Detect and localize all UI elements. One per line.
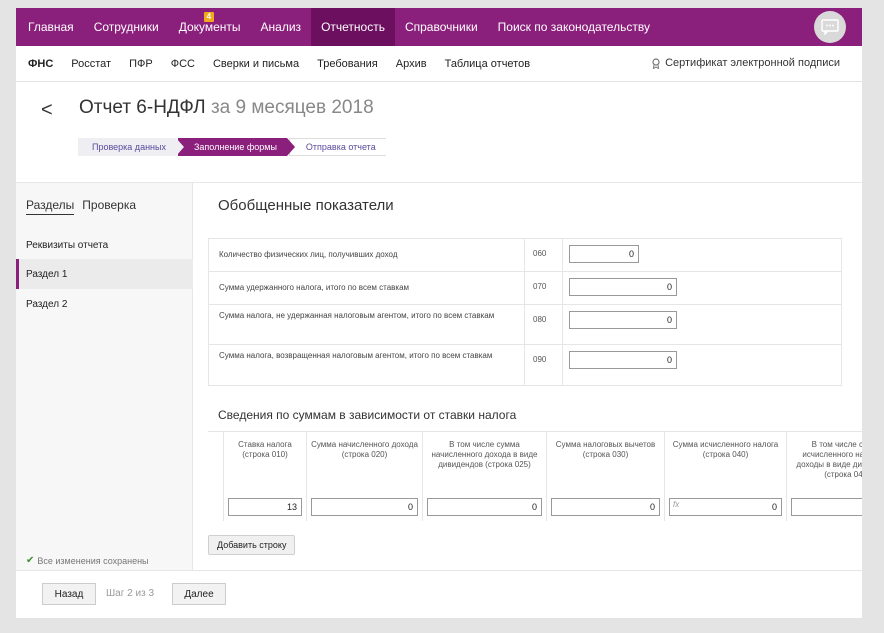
indicator-row: Сумма удержанного налога, итого по всем … bbox=[209, 272, 841, 305]
deductions-input[interactable]: 0 bbox=[551, 498, 660, 516]
nav-law-search[interactable]: Поиск по законодательству bbox=[488, 8, 660, 46]
nav-employees-label: Сотрудники bbox=[93, 20, 159, 34]
column-header: В том числе сумма исчисленного налога на… bbox=[796, 440, 862, 479]
save-status-label: Все изменения сохранены bbox=[37, 555, 149, 566]
tab-check[interactable]: Проверка bbox=[82, 198, 136, 215]
content-area: Разделы Проверка Реквизиты отчета Раздел… bbox=[16, 182, 862, 571]
step-data-check[interactable]: Проверка данных bbox=[78, 138, 184, 156]
dividend-income-input[interactable]: 0 bbox=[427, 498, 542, 516]
indicator-070-input[interactable]: 0 bbox=[569, 278, 677, 296]
back-button[interactable]: Назад bbox=[42, 583, 96, 605]
nav-analysis[interactable]: Анализ bbox=[251, 8, 312, 46]
indicator-code: 060 bbox=[525, 239, 563, 271]
sections-sidebar: Разделы Проверка Реквизиты отчета Раздел… bbox=[16, 183, 193, 571]
documents-count-badge: 4 bbox=[203, 12, 215, 22]
table-row-handle-column bbox=[208, 432, 224, 521]
report-period: за 9 месяцев 2018 bbox=[210, 97, 374, 118]
column-header: Сумма налоговых вычетов (строка 030) bbox=[555, 440, 656, 459]
subnav-pfr[interactable]: ПФР bbox=[120, 58, 162, 70]
step-form-filling[interactable]: Заполнение формы bbox=[177, 138, 295, 156]
wizard-footer: Назад Шаг 2 из 3 Далее bbox=[16, 570, 862, 618]
nav-directories[interactable]: Справочники bbox=[395, 8, 488, 46]
indicators-table: Количество физических лиц, получивших до… bbox=[208, 238, 842, 386]
nav-main[interactable]: Главная bbox=[16, 8, 84, 46]
subnav-fns[interactable]: ФНС bbox=[16, 58, 62, 70]
indicator-060-input[interactable]: 0 bbox=[569, 245, 639, 263]
column-header: В том числе сумма начисленного дохода в … bbox=[431, 440, 538, 469]
nav-analysis-label: Анализ bbox=[260, 20, 302, 34]
top-nav: Главная Сотрудники Документы 4 Анализ Отч… bbox=[16, 8, 862, 46]
step-send-report-label: Отправка отчета bbox=[305, 142, 376, 152]
subnav-archive[interactable]: Архив bbox=[387, 58, 436, 70]
nav-documents-label: Документы bbox=[178, 20, 241, 34]
nav-employees[interactable]: Сотрудники bbox=[84, 8, 169, 46]
indicator-code: 080 bbox=[525, 305, 563, 344]
step-data-check-label: Проверка данных bbox=[92, 142, 166, 152]
certificate-link[interactable]: Сертификат электронной подписи bbox=[651, 57, 840, 69]
indicator-row: Сумма налога, возвращенная налоговым аге… bbox=[209, 345, 841, 385]
column-dividend-income: В том числе сумма начисленного дохода в … bbox=[423, 432, 547, 521]
nav-main-label: Главная bbox=[28, 20, 74, 34]
certificate-icon bbox=[652, 57, 660, 69]
calculated-tax-input[interactable]: 0 bbox=[669, 498, 782, 516]
indicator-code: 070 bbox=[525, 272, 563, 304]
section-title: Обобщенные показатели bbox=[218, 197, 394, 214]
income-input[interactable]: 0 bbox=[311, 498, 418, 516]
formula-icon: fx bbox=[673, 500, 680, 509]
subnav-reports-table[interactable]: Таблица отчетов bbox=[436, 58, 539, 70]
subsection-title: Сведения по суммам в зависимости от став… bbox=[218, 408, 517, 422]
indicator-label: Сумма налога, не удержанная налоговым аг… bbox=[209, 305, 525, 344]
rates-table: Ставка налога (строка 010) 13 Сумма начи… bbox=[208, 431, 862, 521]
save-status: ✔ Все изменения сохранены bbox=[26, 555, 149, 566]
app-window: Главная Сотрудники Документы 4 Анализ Отч… bbox=[16, 8, 862, 618]
check-icon: ✔ bbox=[26, 555, 35, 566]
column-header: Ставка налога (строка 010) bbox=[238, 440, 292, 459]
nav-documents[interactable]: Документы 4 bbox=[169, 8, 251, 46]
dividend-tax-input[interactable] bbox=[791, 498, 862, 516]
column-calculated-tax: Сумма исчисленного налога (строка 040) 0… bbox=[665, 432, 787, 521]
sidebar-item-requisites[interactable]: Реквизиты отчета bbox=[16, 230, 193, 260]
subnav-rosstat[interactable]: Росстат bbox=[62, 58, 120, 70]
wizard-steps: Проверка данных Заполнение формы Отправк… bbox=[78, 138, 394, 157]
sidebar-item-section2[interactable]: Раздел 2 bbox=[16, 289, 193, 319]
subnav-fss[interactable]: ФСС bbox=[162, 58, 204, 70]
chat-button[interactable] bbox=[814, 11, 846, 43]
sidebar-item-section1[interactable]: Раздел 1 bbox=[16, 259, 193, 289]
rate-input[interactable]: 13 bbox=[228, 498, 302, 516]
subnav-requirements[interactable]: Требования bbox=[308, 58, 387, 70]
indicator-code: 090 bbox=[525, 345, 563, 385]
column-deductions: Сумма налоговых вычетов (строка 030) 0 bbox=[547, 432, 665, 521]
column-rate: Ставка налога (строка 010) 13 bbox=[224, 432, 307, 521]
chat-icon bbox=[821, 19, 839, 35]
report-name: Отчет 6-НДФЛ bbox=[79, 97, 206, 118]
indicator-label: Сумма налога, возвращенная налоговым аге… bbox=[209, 345, 525, 385]
certificate-label: Сертификат электронной подписи bbox=[665, 57, 840, 69]
sidebar-tabs: Разделы Проверка bbox=[26, 198, 136, 215]
column-header: Сумма исчисленного налога (строка 040) bbox=[672, 440, 779, 459]
column-income: Сумма начисленного дохода (строка 020) 0 bbox=[307, 432, 423, 521]
indicator-090-input[interactable]: 0 bbox=[569, 351, 677, 369]
page-title: Отчет 6-НДФЛ за 9 месяцев 2018 bbox=[79, 97, 374, 119]
step-indicator: Шаг 2 из 3 bbox=[106, 588, 155, 599]
nav-directories-label: Справочники bbox=[404, 20, 478, 34]
indicator-080-input[interactable]: 0 bbox=[569, 311, 677, 329]
indicator-row: Сумма налога, не удержанная налоговым аг… bbox=[209, 305, 841, 345]
sub-nav: ФНС Росстат ПФР ФСС Сверки и письма Треб… bbox=[16, 46, 862, 82]
column-dividend-tax: В том числе сумма исчисленного налога на… bbox=[787, 432, 862, 521]
nav-reporting[interactable]: Отчетность bbox=[311, 8, 395, 46]
back-icon[interactable]: < bbox=[41, 100, 53, 120]
step-send-report[interactable]: Отправка отчета bbox=[288, 138, 394, 157]
indicator-row: Количество физических лиц, получивших до… bbox=[209, 239, 841, 272]
nav-reporting-label: Отчетность bbox=[321, 20, 385, 34]
subnav-reconciliations[interactable]: Сверки и письма bbox=[204, 58, 308, 70]
main-panel: Обобщенные показатели Количество физичес… bbox=[208, 183, 862, 571]
indicator-label: Количество физических лиц, получивших до… bbox=[209, 239, 525, 271]
column-header: Сумма начисленного дохода (строка 020) bbox=[311, 440, 418, 459]
next-button[interactable]: Далее bbox=[172, 583, 226, 605]
step-form-filling-label: Заполнение формы bbox=[193, 142, 277, 152]
add-row-button[interactable]: Добавить строку bbox=[208, 535, 296, 555]
tab-sections[interactable]: Разделы bbox=[26, 198, 75, 215]
indicator-label: Сумма удержанного налога, итого по всем … bbox=[209, 272, 525, 304]
nav-law-search-label: Поиск по законодательству bbox=[497, 20, 650, 34]
